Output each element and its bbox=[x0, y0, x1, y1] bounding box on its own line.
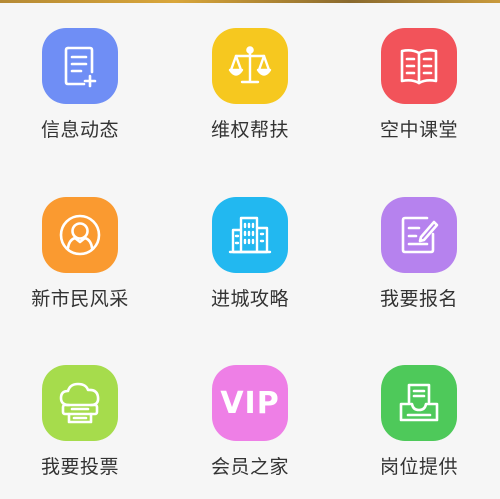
edit-form-icon bbox=[381, 197, 457, 273]
tile-member-home-label: 会员之家 bbox=[210, 456, 289, 478]
tile-online-class[interactable]: 空中课堂 bbox=[344, 28, 494, 158]
tile-online-class-label: 空中课堂 bbox=[379, 119, 458, 141]
tile-city-guide-label: 进城攻略 bbox=[210, 288, 289, 310]
tile-new-citizen-label: 新市民风采 bbox=[31, 288, 129, 310]
tile-sign-up-label: 我要报名 bbox=[379, 288, 458, 310]
tile-sign-up[interactable]: 我要报名 bbox=[344, 197, 494, 327]
tile-vote-label: 我要投票 bbox=[40, 456, 119, 478]
open-book-icon bbox=[381, 28, 457, 104]
vip-text: VIP bbox=[220, 385, 280, 421]
tile-vote[interactable]: 我要投票 bbox=[5, 365, 155, 495]
city-buildings-icon bbox=[212, 197, 288, 273]
balance-scale-icon bbox=[212, 28, 288, 104]
person-profile-icon bbox=[42, 197, 118, 273]
tile-rights-help[interactable]: 维权帮扶 bbox=[175, 28, 325, 158]
tile-rights-help-label: 维权帮扶 bbox=[210, 119, 289, 141]
tile-news[interactable]: 信息动态 bbox=[5, 28, 155, 158]
tile-new-citizen[interactable]: 新市民风采 bbox=[5, 197, 155, 327]
news-document-icon bbox=[42, 28, 118, 104]
feature-grid: 信息动态 维权帮扶 空中课堂 新市民风采 进城攻略 我要报名 我要投票 VIP … bbox=[0, 0, 500, 499]
cloud-ballot-icon bbox=[42, 365, 118, 441]
tile-jobs[interactable]: 岗位提供 bbox=[344, 365, 494, 495]
tile-news-label: 信息动态 bbox=[40, 119, 119, 141]
job-inbox-icon bbox=[381, 365, 457, 441]
tile-city-guide[interactable]: 进城攻略 bbox=[175, 197, 325, 327]
tile-member-home[interactable]: VIP 会员之家 bbox=[175, 365, 325, 495]
vip-text-icon: VIP bbox=[212, 365, 288, 441]
tile-jobs-label: 岗位提供 bbox=[379, 456, 458, 478]
